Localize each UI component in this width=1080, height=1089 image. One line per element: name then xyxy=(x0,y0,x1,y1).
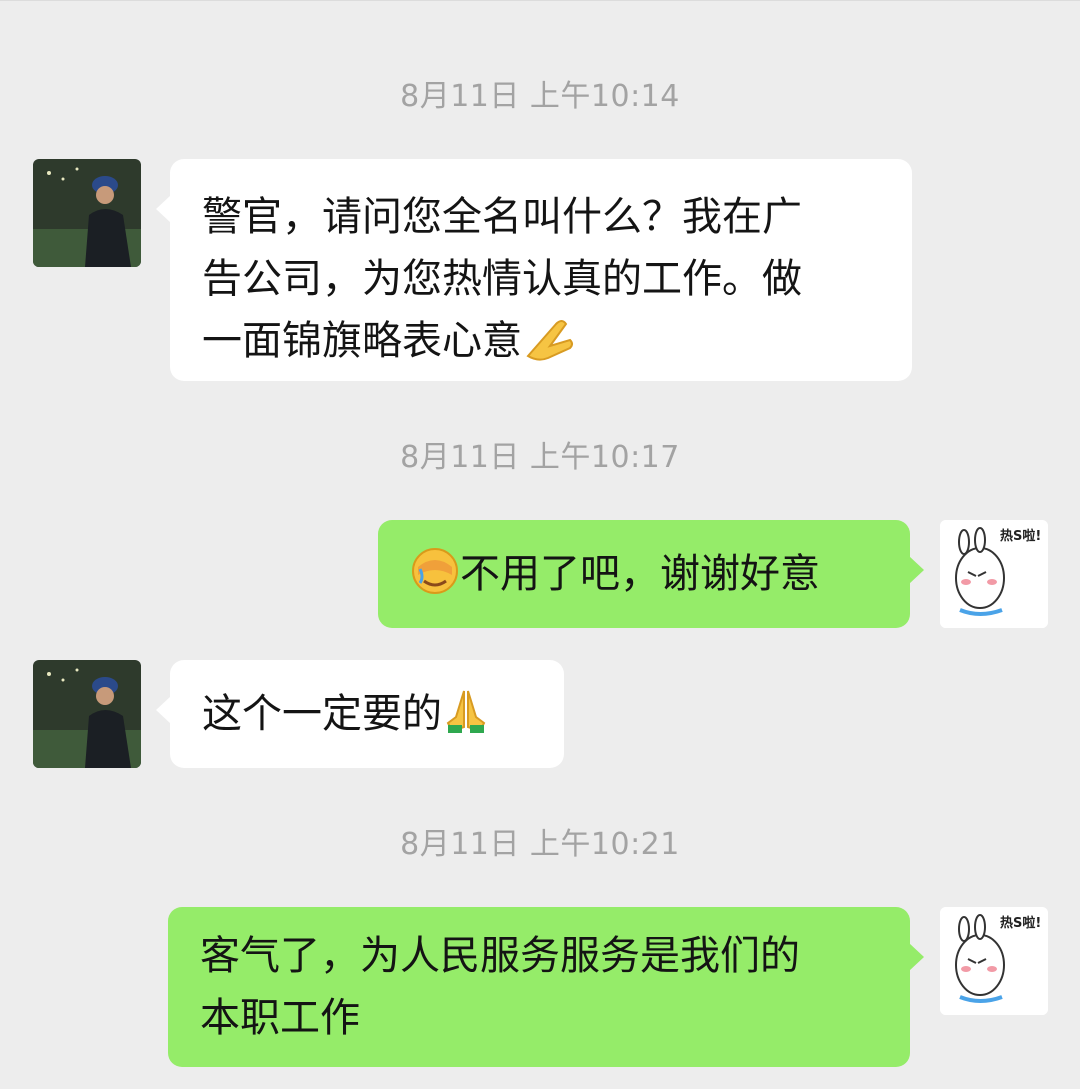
officer-photo-icon xyxy=(33,159,141,267)
pray-hands-icon xyxy=(442,687,490,753)
contact-avatar[interactable] xyxy=(33,159,141,267)
message-bubble-outgoing[interactable]: 不用了吧，谢谢好意 xyxy=(378,520,924,628)
message-text: 警官，请问您全名叫什么？我在广 告公司，为您热情认真的工作。做 一面锦旗略表心意 xyxy=(202,194,802,364)
self-avatar[interactable]: 热S啦! xyxy=(940,907,1048,1015)
facepalm-face-icon xyxy=(410,547,460,613)
message-text: 这个一定要的 xyxy=(202,691,442,737)
message-text: 客气了，为人民服务服务是我们的 本职工作 xyxy=(200,933,800,1041)
contact-avatar[interactable] xyxy=(33,660,141,768)
folded-hands-icon xyxy=(522,316,576,380)
message-bubble-incoming[interactable]: 这个一定要的 xyxy=(156,660,564,768)
rabbit-sticker-icon: 热S啦! xyxy=(940,520,1048,628)
message-bubble-outgoing[interactable]: 客气了，为人民服务服务是我们的 本职工作 xyxy=(168,907,924,1067)
self-avatar[interactable]: 热S啦! xyxy=(940,520,1048,628)
timestamp: 8月11日 上午10:14 xyxy=(400,79,680,114)
message-bubble-incoming[interactable]: 警官，请问您全名叫什么？我在广 告公司，为您热情认真的工作。做 一面锦旗略表心意 xyxy=(156,159,912,381)
officer-photo-icon xyxy=(33,660,141,768)
svg-text:热S啦!: 热S啦! xyxy=(1000,528,1041,544)
message-text: 不用了吧，谢谢好意 xyxy=(460,551,820,597)
timestamp: 8月11日 上午10:21 xyxy=(400,827,680,862)
svg-text:热S啦!: 热S啦! xyxy=(1000,915,1041,931)
rabbit-sticker-icon: 热S啦! xyxy=(940,907,1048,1015)
chat-screen: 8月11日 上午10:14 警官，请问您全名叫什么？我在广 告公司，为您热情认真… xyxy=(0,0,1080,1089)
timestamp: 8月11日 上午10:17 xyxy=(400,440,680,475)
